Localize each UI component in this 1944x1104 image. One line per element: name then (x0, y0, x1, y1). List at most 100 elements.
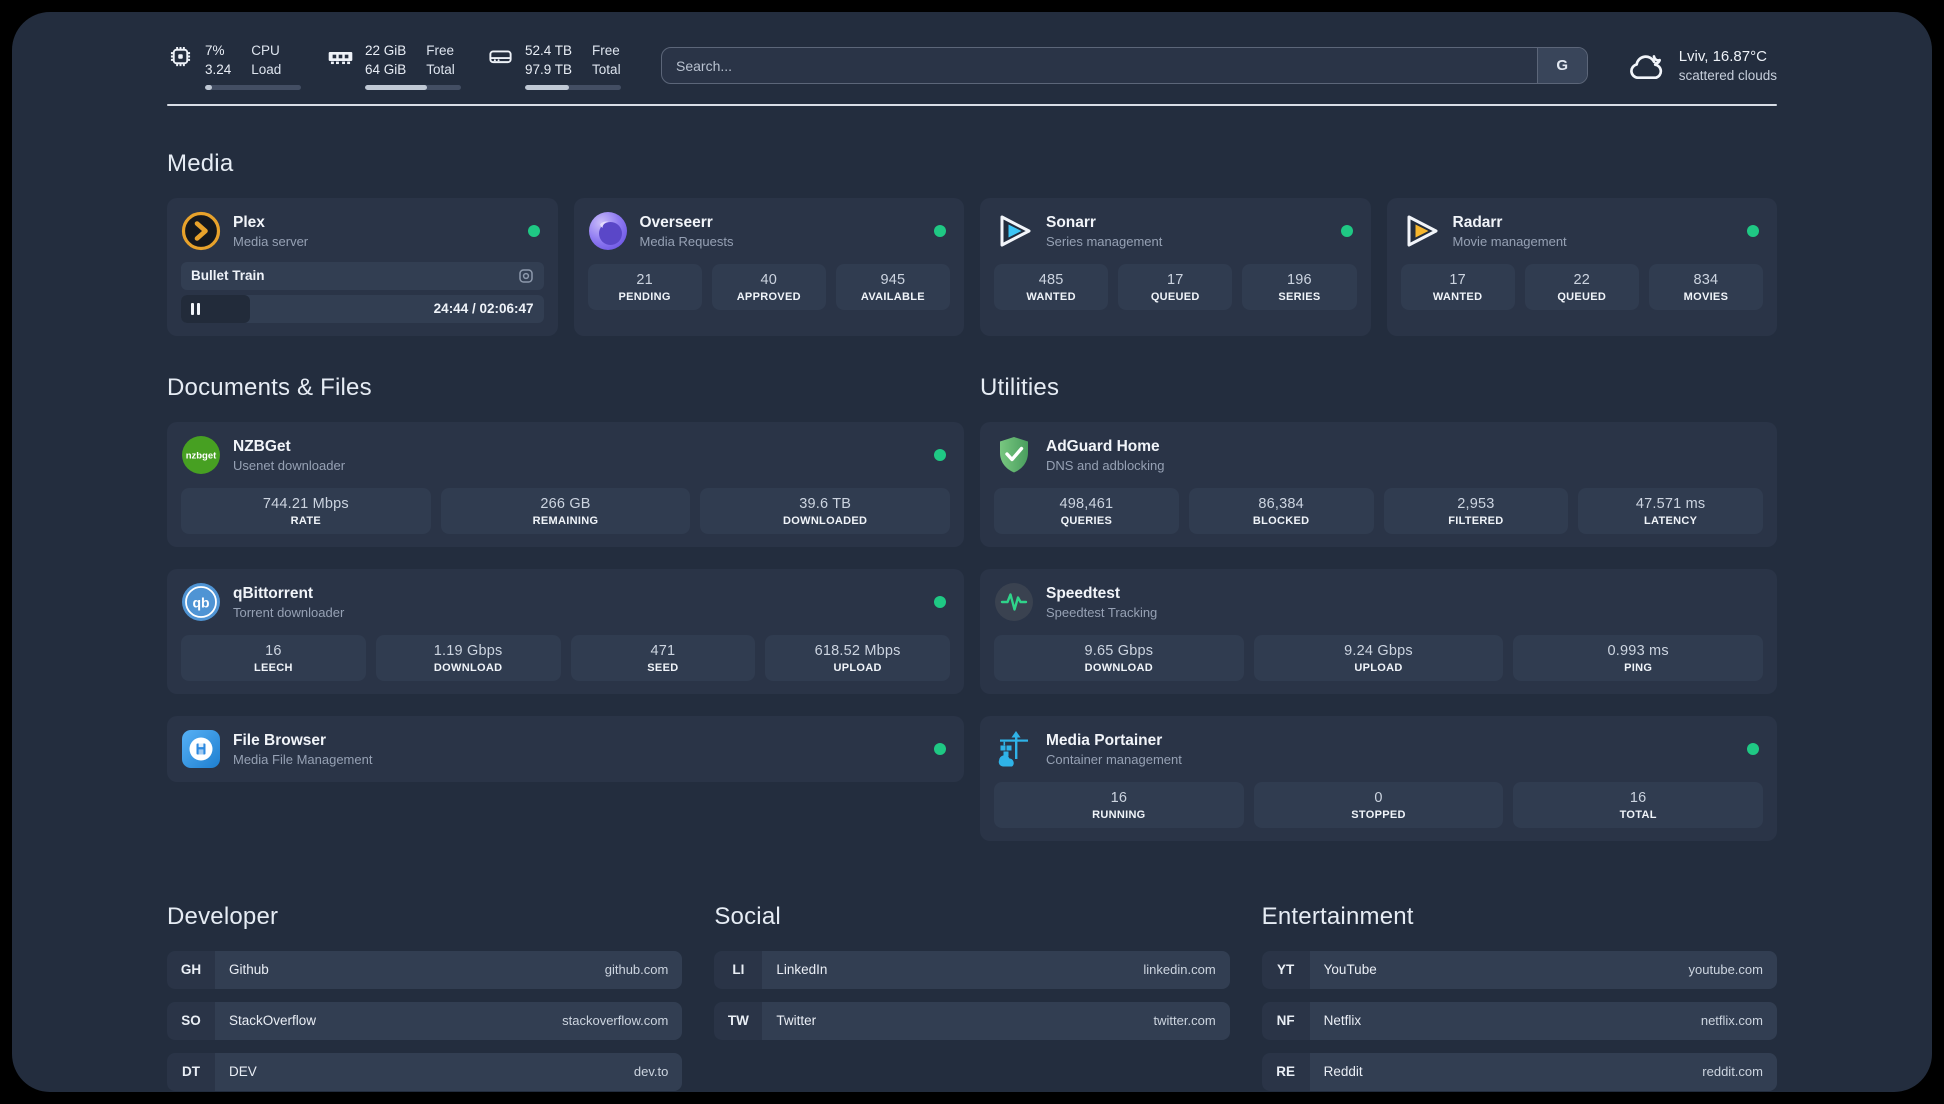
stat-value: 16 (1629, 789, 1647, 806)
stat-value: 21 (636, 271, 653, 288)
status-online-dot (934, 742, 946, 755)
bookmark-linkedin[interactable]: LI LinkedIn linkedin.com (714, 950, 1230, 989)
service-subtitle: Series management (1046, 233, 1163, 249)
service-title: Speedtest (1046, 584, 1121, 602)
section-title-documents: Documents & Files (167, 373, 372, 401)
stat-value: 744.21 Mbps (262, 495, 349, 512)
service-title: Radarr (1452, 213, 1503, 231)
service-subtitle: DNS and adblocking (1046, 457, 1165, 473)
stat-tile: 196 SERIES (1242, 263, 1357, 310)
weather-location: Lviv, 16.87°C (1678, 47, 1767, 65)
service-card-filebrowser[interactable]: File Browser Media File Management (167, 715, 964, 782)
stat-tile: 40 APPROVED (711, 263, 826, 310)
pause-icon[interactable] (191, 302, 200, 315)
bookmark-dev[interactable]: DT DEV dev.to (167, 1052, 683, 1091)
stat-label: WANTED (1026, 290, 1076, 303)
disk-total-value: 97.9 TB (525, 61, 573, 77)
stat-label: QUEUED (1557, 290, 1607, 303)
memory-total-label: Total (426, 61, 455, 77)
service-title: AdGuard Home (1046, 437, 1160, 455)
bookmark-reddit[interactable]: RE Reddit reddit.com (1261, 1052, 1777, 1091)
stat-tile: 39.6 TB DOWNLOADED (700, 487, 951, 534)
adguard-logo-icon (994, 435, 1034, 475)
section-title-social: Social (714, 902, 781, 930)
status-online-dot (934, 595, 946, 608)
stat-value: 196 (1287, 271, 1312, 288)
service-card-radarr[interactable]: Radarr Movie management 17 WANTED 22 QUE… (1386, 197, 1777, 336)
stat-label: QUEUED (1150, 290, 1200, 303)
stat-tile: 17 QUEUED (1118, 263, 1233, 310)
stat-value: 498,461 (1059, 495, 1114, 512)
service-card-nzbget[interactable]: nzbget NZBGet Usenet downloader 744.21 M… (167, 421, 964, 547)
header-divider (167, 103, 1777, 106)
cpu-load-label: Load (251, 61, 282, 77)
stat-tile: 471 SEED (570, 634, 756, 681)
weather-condition: scattered clouds (1678, 67, 1777, 83)
bookmark-name: Reddit (1323, 1064, 1363, 1080)
playback-progress-bar[interactable]: 24:44 / 02:06:47 (181, 294, 544, 323)
stat-tile: 834 MOVIES (1648, 263, 1764, 310)
bookmark-url: youtube.com (1688, 962, 1763, 978)
now-playing-title: Bullet Train (191, 268, 265, 284)
weather-widget[interactable]: Lviv, 16.87°C scattered clouds (1626, 46, 1777, 86)
stat-label: UPLOAD (1354, 661, 1403, 674)
stat-tile: 22 QUEUED (1524, 263, 1639, 310)
stat-label: DOWNLOADED (783, 514, 868, 527)
stat-tile: 1.19 Gbps DOWNLOAD (375, 634, 561, 681)
service-title: qBittorrent (233, 584, 314, 602)
developer-column: Developer GH Github github.com SO StackO… (167, 903, 683, 1091)
service-card-portainer[interactable]: Media Portainer Container management 16 … (980, 715, 1777, 841)
service-card-sonarr[interactable]: Sonarr Series management 485 WANTED 17 Q… (980, 197, 1371, 336)
stat-value: 47.571 ms (1635, 495, 1706, 512)
social-column: Social LI LinkedIn linkedin.com TW Twitt… (714, 902, 1230, 1091)
bookmark-twitter[interactable]: TW Twitter twitter.com (714, 1001, 1230, 1040)
service-subtitle: Media Requests (639, 233, 734, 249)
service-card-speedtest[interactable]: Speedtest Speedtest Tracking 9.65 Gbps D… (980, 568, 1777, 694)
portainer-logo-icon (994, 729, 1034, 769)
bookmark-netflix[interactable]: NF Netflix netflix.com (1261, 1001, 1777, 1040)
stat-tile: 2,953 FILTERED (1383, 487, 1569, 534)
plex-logo-icon (181, 211, 221, 251)
stat-tile: 86,384 BLOCKED (1188, 487, 1374, 534)
service-card-adguard[interactable]: AdGuard Home DNS and adblocking 498,461 … (980, 421, 1777, 547)
stat-tile: 47.571 ms LATENCY (1578, 487, 1763, 534)
stat-value: 9.24 Gbps (1344, 642, 1413, 659)
service-subtitle: Usenet downloader (233, 457, 346, 473)
dashboard-page: 7% 3.24 CPU Load 22 GiB 64 GiB Free Tota… (12, 12, 1932, 1092)
bookmark-youtube[interactable]: YT YouTube youtube.com (1261, 950, 1777, 989)
cpu-progress-bar (205, 84, 301, 90)
documents-column: Documents & Files nzbget NZBGet Usenet d… (167, 374, 964, 841)
disk-total-label: Total (592, 61, 621, 77)
service-card-plex[interactable]: Plex Media server Bullet Train 24:44 / 0… (167, 197, 558, 336)
camera-icon (518, 268, 534, 284)
qbittorrent-logo-icon: qb (181, 582, 221, 622)
search-input[interactable] (662, 48, 1537, 84)
media-grid: Plex Media server Bullet Train 24:44 / 0… (167, 197, 1777, 336)
stat-label: DOWNLOAD (433, 661, 503, 674)
stat-value: 16 (1110, 789, 1128, 806)
utilities-column: Utilities AdGuard Home DNS and adblockin… (980, 374, 1777, 841)
bookmark-stackoverflow[interactable]: SO StackOverflow stackoverflow.com (167, 1001, 683, 1040)
entertainment-column: Entertainment YT YouTube youtube.com NF … (1261, 903, 1777, 1091)
stat-value: 1.19 Gbps (433, 642, 503, 659)
playback-time: 24:44 / 02:06:47 (433, 301, 534, 317)
search-engine-button[interactable]: G (1536, 48, 1587, 84)
bookmark-abbr: TW (714, 1001, 763, 1040)
stat-label: STOPPED (1351, 808, 1406, 821)
memory-free-value: 22 GiB (365, 43, 407, 58)
stat-value: 40 (760, 271, 778, 288)
stat-value: 471 (650, 642, 676, 659)
stat-value: 0 (1374, 789, 1383, 806)
memory-icon (327, 43, 354, 70)
stat-tile: 744.21 Mbps RATE (181, 487, 431, 534)
bookmark-name: YouTube (1323, 962, 1377, 978)
bookmark-github[interactable]: GH Github github.com (167, 950, 683, 989)
search-bar: G (661, 47, 1588, 85)
service-card-qbittorrent[interactable]: qb qBittorrent Torrent downloader 16 LEE… (167, 568, 964, 694)
cloud-icon (1626, 46, 1666, 86)
stat-tile: 266 GB REMAINING (440, 487, 691, 534)
cpu-load-value: 3.24 (205, 61, 232, 77)
cpu-stat-widget: 7% 3.24 CPU Load (167, 42, 301, 90)
service-card-overseerr[interactable]: Overseerr Media Requests 21 PENDING 40 A… (573, 197, 964, 336)
bookmark-url: twitter.com (1153, 1013, 1216, 1029)
